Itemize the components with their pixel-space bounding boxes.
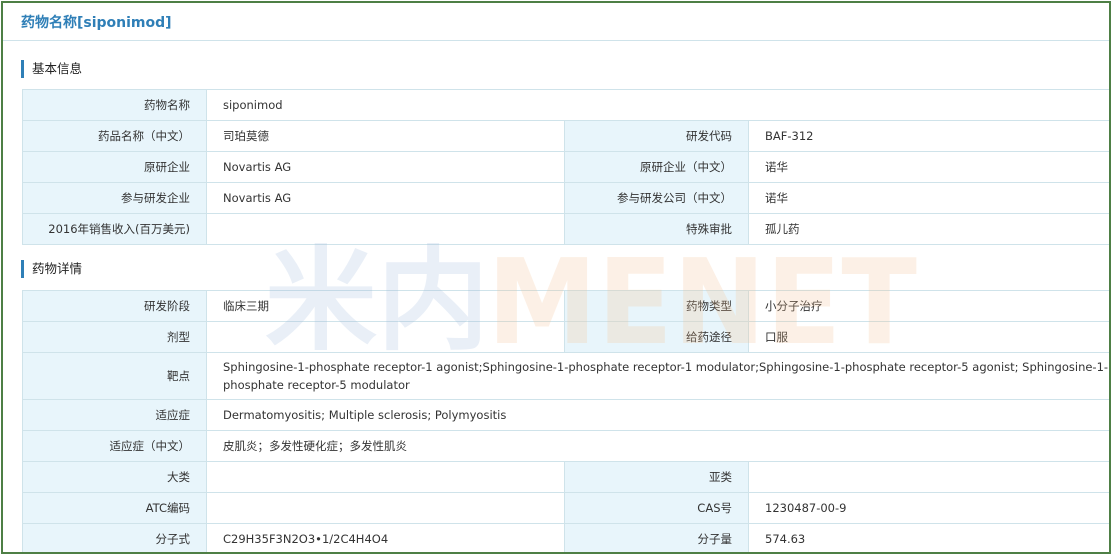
value-participant-cn: 诺华 (748, 182, 1109, 214)
label-drug-name: 药物名称 (22, 89, 207, 121)
value-participant: Novartis AG (206, 182, 565, 214)
value-special-approval: 孤儿药 (748, 213, 1109, 245)
basic-info-table: 药物名称 siponimod 药品名称（中文） 司珀莫德 研发代码 BAF-31… (22, 89, 1109, 245)
label-special-approval: 特殊审批 (564, 213, 749, 245)
table-row: 药物名称 siponimod (22, 89, 1109, 121)
value-target: Sphingosine-1-phosphate receptor-1 agoni… (206, 352, 1109, 400)
label-dosage-form: 剂型 (22, 321, 207, 353)
table-row: 参与研发企业 Novartis AG 参与研发公司（中文） 诺华 (22, 182, 1109, 214)
table-row: ATC编码 CAS号 1230487-00-9 (22, 492, 1109, 524)
label-route: 给药途径 (564, 321, 749, 353)
value-drug-name: siponimod (206, 89, 1109, 121)
value-drug-type: 小分子治疗 (748, 290, 1109, 322)
page-header: 药物名称[siponimod] (3, 3, 1109, 41)
label-participant-cn: 参与研发公司（中文） (564, 182, 749, 214)
table-row: 适应症 Dermatomyositis; Multiple sclerosis;… (22, 399, 1109, 431)
section-title-detail: 药物详情 (21, 260, 82, 278)
value-originator: Novartis AG (206, 151, 565, 183)
label-cas-number: CAS号 (564, 492, 749, 524)
value-indication-cn: 皮肌炎；多发性硬化症；多发性肌炎 (206, 430, 1109, 462)
table-row: 适应症（中文） 皮肌炎；多发性硬化症；多发性肌炎 (22, 430, 1109, 462)
section-title-basic: 基本信息 (21, 60, 82, 78)
label-sales-2016: 2016年销售收入(百万美元) (22, 213, 207, 245)
value-cas-number: 1230487-00-9 (748, 492, 1109, 524)
table-row: 原研企业 Novartis AG 原研企业（中文） 诺华 (22, 151, 1109, 183)
label-category: 大类 (22, 461, 207, 493)
value-formula: C29H35F3N2O3•1/2C4H4O4 (206, 523, 565, 552)
detail-info-table: 研发阶段 临床三期 药物类型 小分子治疗 剂型 给药途径 口服 靶点 Sphin… (22, 290, 1109, 552)
label-dev-code: 研发代码 (564, 120, 749, 152)
label-subcategory: 亚类 (564, 461, 749, 493)
value-dosage-form (206, 321, 565, 353)
value-atc-code (206, 492, 565, 524)
page-title: 药物名称[siponimod] (21, 14, 172, 31)
label-originator-cn: 原研企业（中文） (564, 151, 749, 183)
value-originator-cn: 诺华 (748, 151, 1109, 183)
value-sales-2016 (206, 213, 565, 245)
label-atc-code: ATC编码 (22, 492, 207, 524)
label-formula: 分子式 (22, 523, 207, 552)
value-route: 口服 (748, 321, 1109, 353)
label-participant: 参与研发企业 (22, 182, 207, 214)
label-mol-weight: 分子量 (564, 523, 749, 552)
label-drug-name-cn: 药品名称（中文） (22, 120, 207, 152)
drug-detail-panel: 药物名称[siponimod] 基本信息 药物名称 siponimod 药品名称… (1, 1, 1111, 554)
value-dev-code: BAF-312 (748, 120, 1109, 152)
table-row: 大类 亚类 (22, 461, 1109, 493)
value-subcategory (748, 461, 1109, 493)
table-row: 药品名称（中文） 司珀莫德 研发代码 BAF-312 (22, 120, 1109, 152)
table-row: 分子式 C29H35F3N2O3•1/2C4H4O4 分子量 574.63 (22, 523, 1109, 552)
label-originator: 原研企业 (22, 151, 207, 183)
value-drug-name-cn: 司珀莫德 (206, 120, 565, 152)
table-row: 剂型 给药途径 口服 (22, 321, 1109, 353)
table-row: 靶点 Sphingosine-1-phosphate receptor-1 ag… (22, 352, 1109, 400)
label-dev-phase: 研发阶段 (22, 290, 207, 322)
value-indication: Dermatomyositis; Multiple sclerosis; Pol… (206, 399, 1109, 431)
value-category (206, 461, 565, 493)
value-mol-weight: 574.63 (748, 523, 1109, 552)
table-row: 2016年销售收入(百万美元) 特殊审批 孤儿药 (22, 213, 1109, 245)
label-indication: 适应症 (22, 399, 207, 431)
value-dev-phase: 临床三期 (206, 290, 565, 322)
label-indication-cn: 适应症（中文） (22, 430, 207, 462)
label-drug-type: 药物类型 (564, 290, 749, 322)
table-row: 研发阶段 临床三期 药物类型 小分子治疗 (22, 290, 1109, 322)
label-target: 靶点 (22, 352, 207, 400)
